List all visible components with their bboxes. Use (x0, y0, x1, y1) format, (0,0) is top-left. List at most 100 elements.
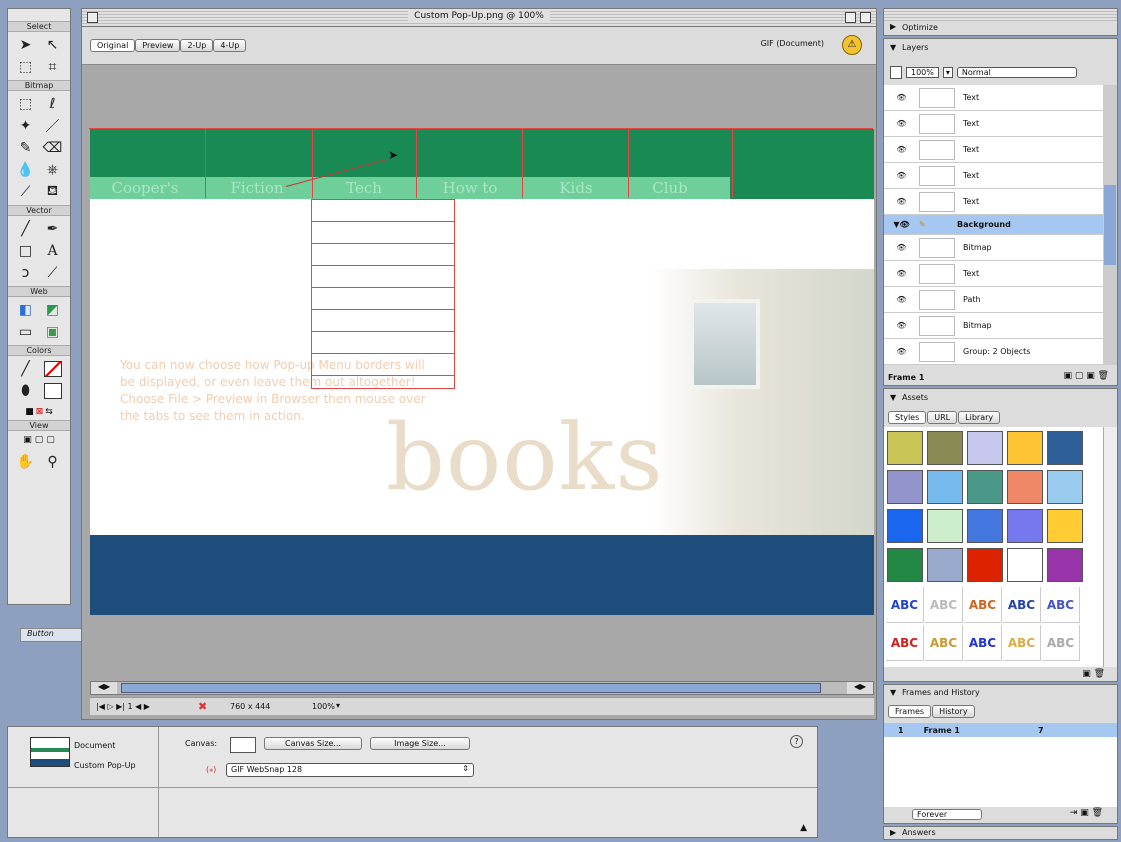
style-swatch[interactable] (927, 509, 963, 543)
canvas-size-button[interactable]: Canvas Size... (264, 737, 362, 750)
style-swatch[interactable] (927, 470, 963, 504)
style-swatch[interactable] (1047, 548, 1083, 582)
blur-tool-icon[interactable]: 💧 (13, 160, 38, 180)
optimize-expand-icon[interactable]: ▶ (890, 22, 896, 31)
frame-select[interactable]: Frame 1 (888, 373, 924, 382)
loop-select[interactable]: Forever (912, 809, 982, 820)
subselect-tool-icon[interactable]: ↖ (40, 35, 65, 55)
knife-tool-icon[interactable]: ⟋ (40, 263, 65, 283)
nav-tab-club[interactable]: Club (630, 177, 710, 199)
palette-select[interactable]: GIF WebSnap 128 ⇕ (226, 763, 474, 777)
tab-4-up[interactable]: 4-Up (213, 39, 247, 52)
style-swatch[interactable] (927, 548, 963, 582)
eraser-tool-icon[interactable]: ⌫ (40, 138, 65, 158)
pencil-tool-icon[interactable]: ✎ (13, 138, 38, 158)
style-swatch[interactable] (967, 509, 1003, 543)
style-swatch[interactable] (887, 509, 923, 543)
full-screen-menu-mode-icon[interactable]: ▢ (35, 435, 44, 445)
frame-controls[interactable]: |◀ ▷ ▶| 1 ◀ ▶ (96, 702, 150, 711)
style-swatch[interactable] (967, 431, 1003, 465)
style-swatch[interactable] (967, 470, 1003, 504)
nav-tab-coopers[interactable]: Cooper's (92, 177, 198, 199)
tab-frames[interactable]: Frames (888, 705, 932, 718)
opacity-icon[interactable] (890, 66, 902, 79)
fill-color-icon[interactable]: ⬮ (13, 381, 38, 401)
magic-wand-tool-icon[interactable]: ✦ (13, 116, 38, 136)
default-colors-icon[interactable]: ■ (25, 407, 34, 417)
layer-row[interactable]: 👁 Bitmap (884, 313, 1103, 339)
collapse-box[interactable] (860, 12, 871, 23)
tab-history[interactable]: History (932, 705, 975, 718)
hide-slices-icon[interactable]: ▭ (13, 322, 38, 342)
help-icon[interactable]: ? (790, 735, 803, 748)
style-swatch[interactable] (1047, 470, 1083, 504)
text-style-swatch[interactable]: ABC (964, 587, 1002, 623)
hand-tool-icon[interactable]: ✋ (13, 452, 38, 472)
assets-buttons[interactable]: ▣ 🗑 (1082, 669, 1105, 679)
layer-row[interactable]: 👁 Text (884, 261, 1103, 287)
text-style-swatch[interactable]: ABC (1042, 625, 1080, 661)
fill-swatch[interactable] (40, 381, 65, 401)
answers-expand-icon[interactable]: ▶ (890, 828, 896, 837)
style-swatch[interactable] (1007, 509, 1043, 543)
text-style-swatch[interactable]: ABC (1003, 587, 1041, 623)
style-swatch[interactable] (887, 548, 923, 582)
text-style-swatch[interactable]: ABC (1042, 587, 1080, 623)
style-swatch[interactable] (887, 431, 923, 465)
tab-original[interactable]: Original (90, 39, 136, 52)
nav-tab-how-to[interactable]: How to (418, 177, 522, 199)
document-title-bar[interactable]: Custom Pop-Up.png @ 100% (82, 9, 876, 27)
eyedropper-tool-icon[interactable]: ⟋ (13, 182, 38, 202)
zoom-box[interactable] (845, 12, 856, 23)
crop-tool-icon[interactable]: ⌗ (40, 57, 65, 77)
tab-styles[interactable]: Styles (888, 411, 927, 424)
nav-tab-tech[interactable]: Tech (312, 177, 416, 199)
paint-bucket-tool-icon[interactable]: ⛾ (40, 182, 65, 202)
no-color-icon[interactable]: ⊠ (36, 407, 44, 417)
show-slices-icon[interactable]: ▣ (40, 322, 65, 342)
expand-inspector-icon[interactable]: ▲ (800, 823, 807, 833)
full-screen-mode-icon[interactable]: ▢ (46, 435, 55, 445)
text-tool-icon[interactable]: A (40, 241, 65, 261)
style-swatch[interactable] (1047, 431, 1083, 465)
scroll-thumb[interactable] (121, 683, 821, 693)
preview-options-icon[interactable]: ⚠ (842, 35, 862, 55)
layers-scrollbar[interactable] (1103, 85, 1117, 365)
swap-colors-icon[interactable]: ⇆ (45, 407, 53, 417)
hotspot-tool-icon[interactable]: ◧ (13, 300, 38, 320)
style-swatch[interactable] (1007, 470, 1043, 504)
rectangle-tool-icon[interactable]: □ (13, 241, 38, 261)
text-style-swatch[interactable]: ABC (925, 625, 963, 661)
layer-row[interactable]: 👁 Text (884, 137, 1103, 163)
stop-icon[interactable]: ✖ (198, 700, 207, 713)
tab-2-up[interactable]: 2-Up (180, 39, 214, 52)
rubber-stamp-tool-icon[interactable]: ⎈ (40, 160, 65, 180)
answers-title[interactable]: Answers (902, 828, 936, 837)
style-swatch[interactable] (887, 470, 923, 504)
pen-tool-icon[interactable]: ✒ (40, 219, 65, 239)
pointer-tool-icon[interactable]: ➤ (13, 35, 38, 55)
nav-tab-fiction[interactable]: Fiction (205, 177, 309, 199)
layer-row[interactable]: 👁 Text (884, 163, 1103, 189)
tab-url[interactable]: URL (927, 411, 958, 424)
stroke-swatch[interactable] (40, 359, 65, 379)
text-style-swatch[interactable]: ABC (886, 625, 924, 661)
image-size-button[interactable]: Image Size... (370, 737, 470, 750)
frame-row-selected[interactable]: 1 Frame 1 7 (884, 723, 1117, 737)
layer-row-selected[interactable]: ▼👁 ✎ Background (884, 215, 1103, 235)
layer-row[interactable]: 👁 Text (884, 111, 1103, 137)
style-swatch[interactable] (1007, 548, 1043, 582)
frames-collapse-icon[interactable]: ▼ (890, 688, 896, 697)
layer-row[interactable]: 👁 Text (884, 85, 1103, 111)
line-tool-icon[interactable]: ╱ (13, 219, 38, 239)
optimize-title[interactable]: Optimize (902, 23, 938, 32)
scroll-left-arrow[interactable]: ◀▶ (91, 682, 117, 694)
scale-tool-icon[interactable]: ⬚ (13, 57, 38, 77)
layer-row[interactable]: 👁 Text (884, 189, 1103, 215)
assets-scrollbar[interactable] (1103, 427, 1117, 667)
style-swatch[interactable] (1007, 431, 1043, 465)
horizontal-scrollbar[interactable]: ◀▶ ◀▶ (90, 681, 874, 695)
frame-buttons[interactable]: ⇥ ▣ 🗑 (1070, 808, 1103, 818)
zoom-dropdown-icon[interactable]: ▾ (336, 701, 340, 710)
tab-preview[interactable]: Preview (135, 39, 181, 52)
